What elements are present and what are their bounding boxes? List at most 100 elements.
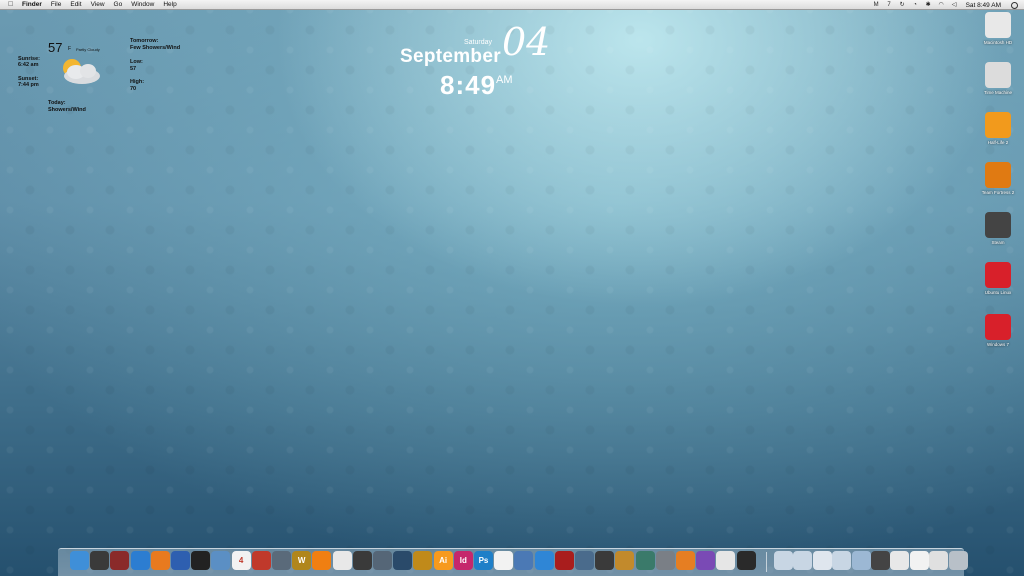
weather-condition: Partly Cloudy [76,47,100,52]
weather-widget: 57 F Partly Cloudy Sunrise: 6:42 am Suns… [18,38,198,120]
tomorrow-label: Tomorrow: [130,38,159,44]
preview-icon[interactable] [211,551,231,570]
gmail-notifier-icon[interactable]: M [873,2,880,9]
illustrator-icon[interactable]: Ai [433,551,453,570]
parallels-vm-icon [985,262,1011,288]
camera-icon[interactable] [191,551,211,570]
imovie-icon[interactable] [595,551,615,570]
desktop-icon-label: Ubuntu Linux [984,290,1012,295]
time-machine-icon[interactable] [635,551,655,570]
calendar-icon[interactable]: 4 [231,551,251,570]
desktop-icon[interactable]: Team Fortress 2 [976,162,1020,196]
menu-help[interactable]: Help [163,0,176,10]
bluetooth-icon[interactable]: ✱ [925,2,932,9]
finder-icon[interactable] [70,551,89,570]
safari-icon[interactable] [130,551,150,570]
volume-icon[interactable]: ◁ [951,2,958,9]
desktop-icon-label: Macintosh HD [983,40,1013,45]
time-machine-status-icon[interactable]: ◔ [912,2,919,9]
photo-booth-icon[interactable] [110,551,130,570]
spotlight-icon[interactable] [1011,1,1018,9]
dock-separator [766,552,767,572]
app-store-icon[interactable] [534,551,554,570]
menu-go[interactable]: Go [114,0,123,10]
menu-window[interactable]: Window [131,0,154,10]
menu-finder[interactable]: Finder [22,0,42,10]
hard-drive-icon [985,12,1011,38]
firefox-icon[interactable] [150,551,170,570]
steam-icon[interactable] [352,551,372,570]
dashboard-icon[interactable] [90,551,110,570]
sunset-value: 7:44 pm [18,82,39,88]
folder-4-icon[interactable] [832,551,852,570]
photoshop-icon[interactable]: Ps [474,551,493,570]
folder-7-icon[interactable] [890,551,910,570]
system-preferences-icon[interactable] [655,551,675,570]
wifi-icon[interactable]: ◠ [938,2,945,9]
photos-icon[interactable] [251,551,271,570]
clock-widget: Saturday September 04 8:49 AM [398,20,578,102]
partly-cloudy-icon [63,59,100,84]
time-machine-icon [985,62,1011,88]
terminal-icon[interactable] [736,551,756,570]
folder-5-icon[interactable] [851,551,871,570]
apple-menu-icon[interactable]:  [8,0,16,10]
today-label: Today: [48,100,66,106]
desktop-icon[interactable]: Half-Life 2 [976,112,1020,146]
desktop-icon-label: Time Machine [983,90,1013,95]
desktop-icon[interactable]: Steam [976,212,1020,246]
tomorrow-value: Few Showers/Wind [130,45,181,51]
textedit-icon[interactable] [716,551,736,570]
menu-view[interactable]: View [91,0,105,10]
half-life-icon [985,112,1011,138]
trash-icon[interactable] [948,551,968,570]
file-stack-icon[interactable] [929,551,949,570]
status-area: M 7 ↻ ◔ ✱ ◠ ◁ Sat 8:49 AM [867,0,1018,10]
desktop-icon-label: Half-Life 2 [987,140,1009,145]
itunes-mix-icon[interactable] [514,551,534,570]
menu-clock[interactable]: Sat 8:49 AM [966,2,1001,9]
month-label: September [400,46,501,67]
parallels-vm-icon [985,314,1011,340]
weather-temperature: 57 [48,40,63,55]
menu-edit[interactable]: Edit [70,0,81,10]
vlc-icon[interactable] [312,551,332,570]
steam-icon [985,212,1011,238]
folder-6-icon[interactable] [871,551,890,570]
dock-app-16-icon[interactable] [373,551,392,570]
document-stack-icon[interactable] [909,551,929,570]
weather-unit: F [68,46,72,52]
portal-icon[interactable] [393,551,413,570]
documents-folder-icon[interactable] [793,551,813,570]
weekday-label: Saturday [464,39,493,46]
garageband-icon[interactable] [615,551,635,570]
ampm-label: AM [496,74,513,86]
desktop-icon-label: Team Fortress 2 [981,190,1015,195]
applications-folder-icon[interactable] [774,551,793,570]
day-number: 04 [502,20,551,64]
photo-red-icon[interactable] [554,551,574,570]
iphoto-icon[interactable] [575,551,594,570]
dock-app-18-icon[interactable] [413,551,433,570]
downloads-folder-icon[interactable] [812,551,832,570]
visual-studio-icon[interactable] [696,551,716,570]
google-earth-icon[interactable] [171,551,190,570]
today-value: Showers/Wind [48,107,86,113]
desktop-icon[interactable]: Windows 7 [976,314,1020,348]
menu-bar:  Finder File Edit View Go Window Help M… [0,0,1024,10]
utility-icon[interactable] [272,551,291,570]
desktop-icon[interactable]: Macintosh HD [976,12,1020,46]
desktop-icon[interactable]: Ubuntu Linux [976,262,1020,296]
high-value: 70 [130,86,137,92]
desktop-icon-label: Steam [991,240,1005,245]
vlc-2-icon[interactable] [676,551,695,570]
indesign-icon[interactable]: Id [453,551,473,570]
desktop-icon[interactable]: Time Machine [976,62,1020,96]
penguin-icon[interactable] [332,551,352,570]
menu-file[interactable]: File [51,0,61,10]
notifier-count: 7 [887,1,891,8]
sunrise-value: 6:42 am [18,62,39,68]
warcraft-icon[interactable]: W [292,551,312,570]
acrobat-icon[interactable] [494,551,514,570]
sync-icon[interactable]: ↻ [899,2,906,9]
